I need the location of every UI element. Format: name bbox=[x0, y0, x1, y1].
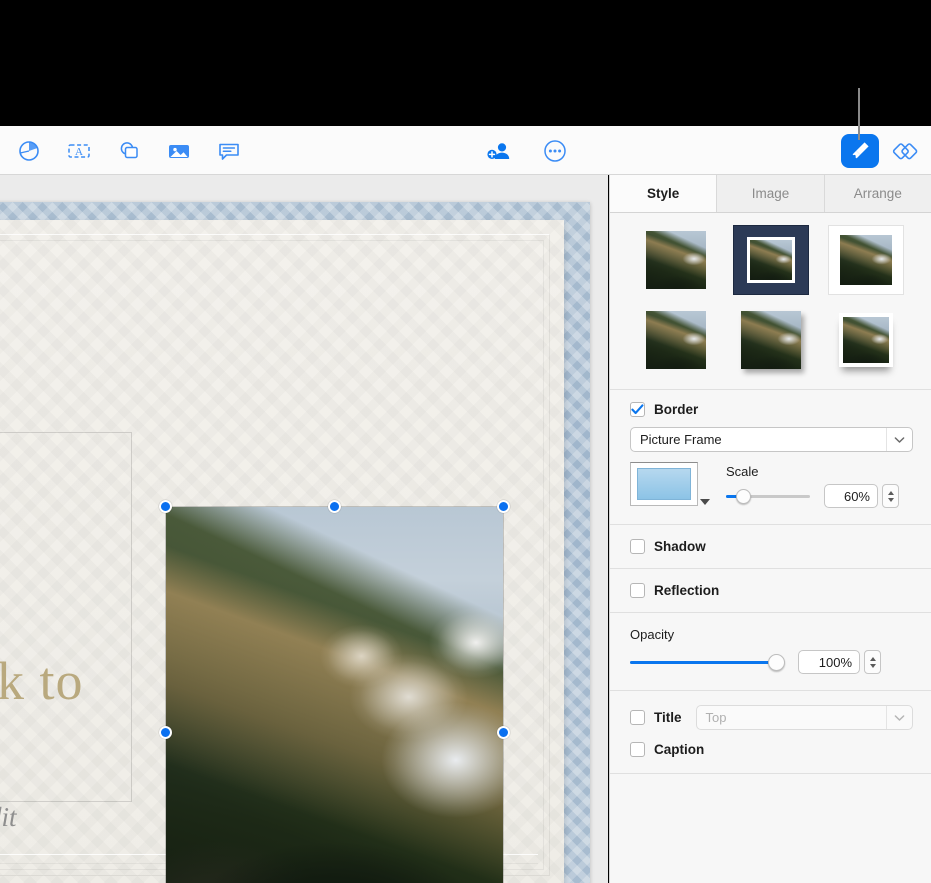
opacity-label: Opacity bbox=[630, 627, 913, 642]
image-style-option-3[interactable] bbox=[828, 225, 904, 295]
title-caption-section: Title Top Caption bbox=[610, 691, 931, 774]
border-checkbox-row: Border bbox=[630, 402, 913, 417]
resize-handle-top-right[interactable] bbox=[497, 500, 510, 513]
selected-image[interactable] bbox=[166, 507, 503, 883]
reflection-checkbox-row: Reflection bbox=[630, 583, 913, 598]
reflection-checkbox[interactable] bbox=[630, 583, 645, 598]
format-panel: Style Image Arrange Border Picture Frame bbox=[609, 175, 931, 883]
opacity-section: Opacity 100% bbox=[610, 613, 931, 691]
media-icon[interactable] bbox=[164, 136, 194, 166]
reflection-label: Reflection bbox=[654, 583, 719, 598]
shadow-label: Shadow bbox=[654, 539, 706, 554]
title-label: Title bbox=[654, 710, 682, 725]
resize-handle-top-center[interactable] bbox=[328, 500, 341, 513]
app-window: A bbox=[0, 0, 931, 883]
chevron-down-icon bbox=[886, 706, 912, 729]
tab-arrange[interactable]: Arrange bbox=[825, 175, 931, 212]
border-type-value: Picture Frame bbox=[640, 432, 722, 447]
image-style-option-4[interactable] bbox=[638, 305, 714, 375]
comment-icon[interactable] bbox=[214, 136, 244, 166]
chevron-down-icon bbox=[886, 428, 912, 451]
scale-value-field[interactable]: 60% bbox=[824, 484, 878, 508]
title-row: Title Top bbox=[630, 705, 913, 730]
more-icon[interactable] bbox=[540, 136, 570, 166]
border-type-select[interactable]: Picture Frame bbox=[630, 427, 913, 452]
scale-slider-knob[interactable] bbox=[736, 489, 751, 504]
shape-icon[interactable] bbox=[114, 136, 144, 166]
scale-label: Scale bbox=[726, 464, 913, 479]
opacity-slider[interactable] bbox=[630, 653, 782, 671]
text-icon[interactable]: A bbox=[64, 136, 94, 166]
title-position-select[interactable]: Top bbox=[696, 705, 913, 730]
slide-title-text[interactable]: ck to bbox=[0, 650, 83, 712]
border-section: Border Picture Frame Scale bbox=[610, 390, 931, 525]
tab-image[interactable]: Image bbox=[717, 175, 824, 212]
opacity-stepper[interactable] bbox=[864, 650, 881, 674]
style-thumb-preview bbox=[839, 313, 893, 367]
callout-line bbox=[858, 88, 860, 140]
opacity-slider-fill bbox=[630, 661, 782, 664]
resize-handle-top-left[interactable] bbox=[159, 500, 172, 513]
opacity-slider-knob[interactable] bbox=[768, 654, 785, 671]
reflection-section: Reflection bbox=[610, 569, 931, 613]
toolbar-left-group: A bbox=[8, 126, 244, 175]
border-checkbox[interactable] bbox=[630, 402, 645, 417]
slide-canvas[interactable]: ck to edit bbox=[0, 175, 608, 883]
shadow-checkbox[interactable] bbox=[630, 539, 645, 554]
scale-slider[interactable] bbox=[726, 487, 810, 505]
image-style-option-1[interactable] bbox=[638, 225, 714, 295]
caption-checkbox[interactable] bbox=[630, 742, 645, 757]
scale-stepper[interactable] bbox=[882, 484, 899, 508]
opacity-value-field[interactable]: 100% bbox=[798, 650, 860, 674]
chart-icon[interactable] bbox=[14, 136, 44, 166]
image-style-option-5[interactable] bbox=[733, 305, 809, 375]
hillside-town-photo bbox=[166, 507, 503, 883]
svg-text:A: A bbox=[75, 146, 83, 158]
toolbar: A bbox=[0, 126, 931, 175]
format-panel-tabs: Style Image Arrange bbox=[610, 175, 931, 213]
border-color-fill bbox=[637, 468, 691, 500]
format-icon[interactable] bbox=[841, 134, 879, 168]
animate-icon[interactable] bbox=[891, 136, 921, 166]
toolbar-center-group bbox=[484, 126, 570, 175]
style-thumb-preview bbox=[646, 231, 706, 289]
tab-style[interactable]: Style bbox=[610, 175, 717, 212]
title-checkbox[interactable] bbox=[630, 710, 645, 725]
shadow-checkbox-row: Shadow bbox=[630, 539, 913, 554]
caption-row: Caption bbox=[630, 742, 913, 757]
border-color-scale-row: Scale 60% bbox=[630, 462, 913, 508]
style-thumb-preview bbox=[840, 235, 892, 285]
image-style-option-6[interactable] bbox=[828, 305, 904, 375]
style-thumb-preview bbox=[646, 311, 706, 369]
resize-handle-middle-left[interactable] bbox=[159, 726, 172, 739]
resize-handle-middle-right[interactable] bbox=[497, 726, 510, 739]
image-style-grid bbox=[610, 213, 931, 390]
collaborate-icon[interactable] bbox=[484, 136, 514, 166]
toolbar-right-group bbox=[841, 126, 921, 175]
title-text-box[interactable] bbox=[0, 432, 132, 802]
slide-subtitle-text[interactable]: edit bbox=[0, 802, 17, 833]
image-style-option-2[interactable] bbox=[733, 225, 809, 295]
title-position-value: Top bbox=[706, 710, 727, 725]
border-label: Border bbox=[654, 402, 698, 417]
style-thumb-preview bbox=[741, 311, 801, 369]
border-color-swatch[interactable] bbox=[630, 462, 698, 506]
shadow-section: Shadow bbox=[610, 525, 931, 569]
style-thumb-preview bbox=[747, 237, 795, 283]
caption-label: Caption bbox=[654, 742, 704, 757]
color-popover-arrow-icon[interactable] bbox=[700, 499, 710, 505]
